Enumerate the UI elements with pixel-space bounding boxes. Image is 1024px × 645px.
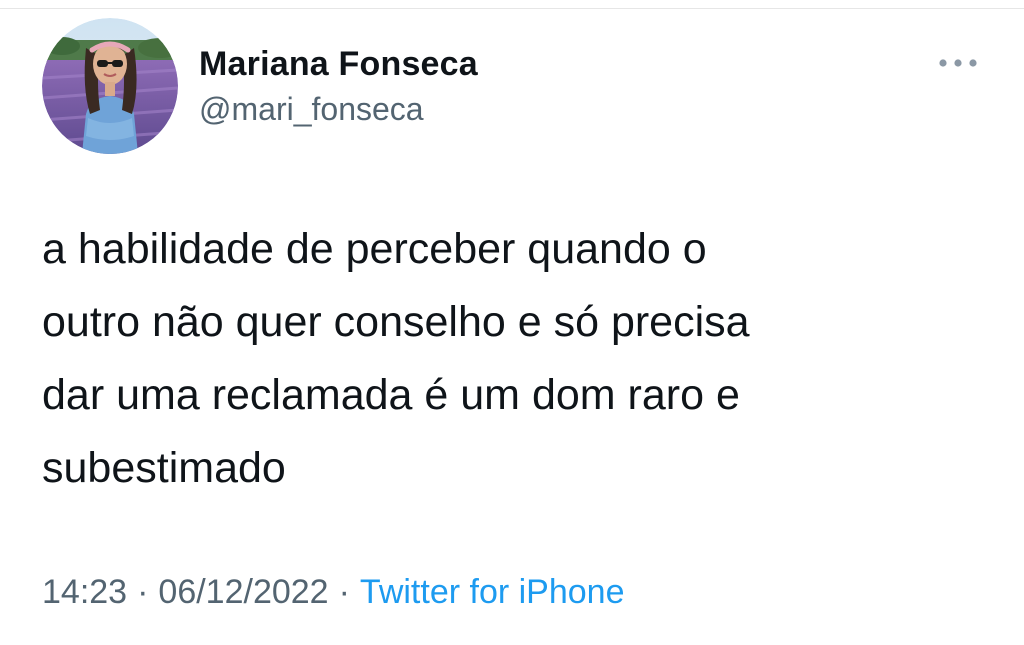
more-options-icon bbox=[939, 59, 977, 67]
meta-separator: · bbox=[137, 572, 149, 611]
tweet-source-link[interactable]: Twitter for iPhone bbox=[360, 573, 625, 612]
tweet-meta: 14:23 · 06/12/2022 · Twitter for iPhone bbox=[42, 566, 624, 618]
avatar[interactable] bbox=[42, 18, 178, 154]
tweet-header: Mariana Fonseca @mari_fonseca bbox=[0, 0, 1024, 170]
more-options-button[interactable] bbox=[930, 46, 986, 80]
user-handle[interactable]: @mari_fonseca bbox=[199, 90, 899, 128]
tweet-text: a habilidade de perceber quando o outro … bbox=[42, 225, 750, 492]
avatar-photo bbox=[42, 18, 178, 154]
tweet-date[interactable]: 06/12/2022 bbox=[158, 573, 328, 612]
user-block: Mariana Fonseca @mari_fonseca bbox=[199, 36, 899, 128]
tweet-time[interactable]: 14:23 bbox=[42, 573, 127, 612]
display-name[interactable]: Mariana Fonseca bbox=[199, 36, 899, 92]
meta-separator: · bbox=[338, 572, 350, 611]
